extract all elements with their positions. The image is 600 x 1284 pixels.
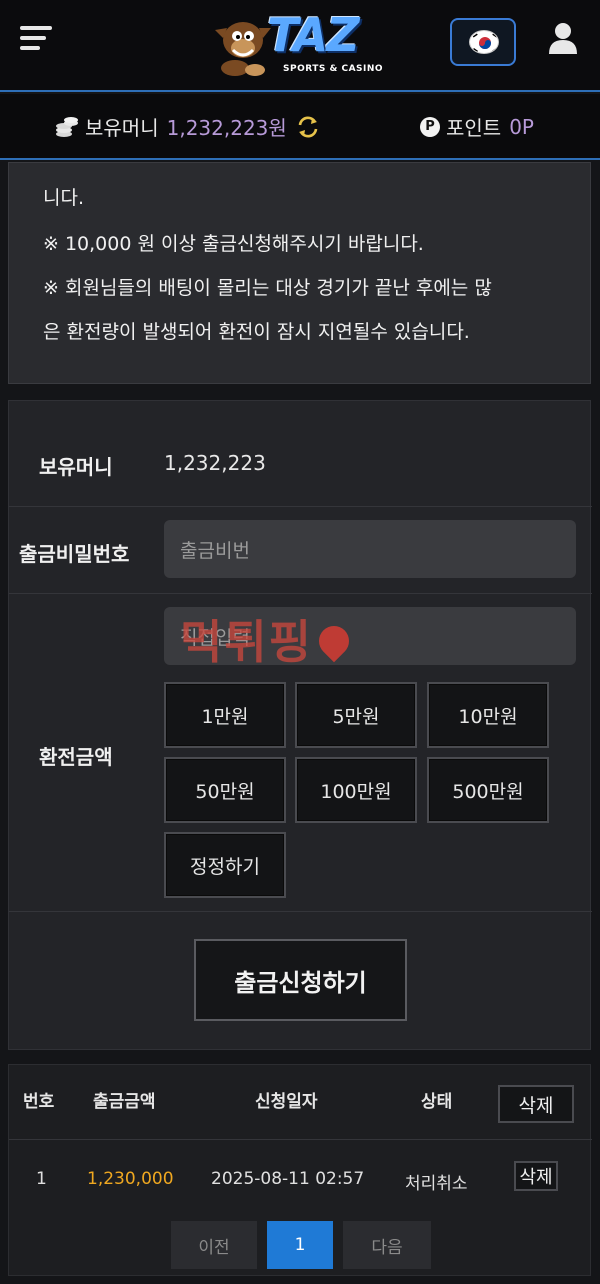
menu-icon[interactable] bbox=[20, 24, 52, 52]
balance-label: 보유머니 bbox=[39, 455, 113, 479]
refresh-icon[interactable] bbox=[295, 115, 321, 139]
watermark-text: 먹튀핑 bbox=[180, 615, 313, 669]
divider bbox=[9, 1139, 592, 1140]
language-button[interactable] bbox=[450, 18, 516, 66]
mascot-icon bbox=[215, 22, 271, 76]
top-header: TAZ SPORTS & CASINO bbox=[0, 0, 600, 92]
money-label: 보유머니 bbox=[85, 116, 159, 140]
divider bbox=[9, 506, 592, 507]
divider bbox=[9, 593, 592, 594]
divider bbox=[9, 911, 592, 912]
logo-subtitle: SPORTS & CASINO bbox=[283, 64, 384, 74]
delete-all-button[interactable]: 삭제 bbox=[498, 1085, 574, 1123]
point-icon: P bbox=[420, 116, 440, 137]
column-header-amount: 출금금액 bbox=[93, 1092, 156, 1112]
notice-line: ※ 회원님들의 배팅이 몰리는 대상 경기가 끝난 후에는 많 bbox=[43, 277, 492, 299]
logo-text: TAZ bbox=[267, 8, 360, 62]
balance-bar: 보유머니 1,232,223원 P 포인트 0P bbox=[0, 94, 600, 160]
notice-line: 은 환전량이 발생되어 환전이 잠시 지연될수 있습니다. bbox=[43, 321, 470, 343]
amount-label: 환전금액 bbox=[39, 745, 113, 769]
password-label: 출금비밀번호 bbox=[19, 542, 130, 566]
delete-row-button[interactable]: 삭제 bbox=[514, 1161, 558, 1191]
money-value: 1,232,223원 bbox=[166, 116, 287, 140]
withdraw-password-input[interactable]: 출금비번 bbox=[164, 520, 576, 578]
column-header-number: 번호 bbox=[23, 1092, 55, 1112]
page-1-button[interactable]: 1 bbox=[267, 1221, 333, 1269]
row-date: 2025-08-11 02:57 bbox=[211, 1169, 365, 1189]
amount-50k-button[interactable]: 5만원 bbox=[295, 682, 417, 748]
row-number: 1 bbox=[36, 1169, 47, 1189]
coins-icon bbox=[56, 116, 78, 137]
notice-line: 니다. bbox=[43, 187, 84, 209]
prev-page-button[interactable]: 이전 bbox=[171, 1221, 257, 1269]
amount-10k-button[interactable]: 1만원 bbox=[164, 682, 286, 748]
notice-box: 니다. ※ 10,000 원 이상 출금신청해주시기 바랍니다. ※ 회원님들의… bbox=[8, 162, 591, 384]
money-display: 보유머니 1,232,223원 bbox=[55, 112, 321, 141]
amount-100k-button[interactable]: 10만원 bbox=[427, 682, 549, 748]
balance-value: 1,232,223 bbox=[164, 451, 266, 475]
amount-5m-button[interactable]: 500만원 bbox=[427, 757, 549, 823]
column-header-date: 신청일자 bbox=[255, 1092, 318, 1112]
point-display: P 포인트 0P bbox=[420, 112, 534, 141]
notice-line: ※ 10,000 원 이상 출금신청해주시기 바랍니다. bbox=[43, 233, 424, 255]
amount-1m-button[interactable]: 100만원 bbox=[295, 757, 417, 823]
point-value: 0P bbox=[509, 114, 534, 139]
user-icon[interactable] bbox=[548, 22, 578, 54]
withdraw-history-table: 번호 출금금액 신청일자 상태 삭제 1 1,230,000 2025-08-1… bbox=[8, 1064, 592, 1276]
site-logo[interactable]: TAZ SPORTS & CASINO bbox=[205, 8, 395, 80]
withdraw-form: 보유머니 1,232,223 출금비밀번호 출금비번 직접입력 환전금액 1만원… bbox=[8, 400, 592, 1050]
row-status: 처리취소 bbox=[405, 1174, 468, 1194]
row-amount: 1,230,000 bbox=[87, 1169, 174, 1189]
amount-500k-button[interactable]: 50만원 bbox=[164, 757, 286, 823]
reset-amount-button[interactable]: 정정하기 bbox=[164, 832, 286, 898]
next-page-button[interactable]: 다음 bbox=[343, 1221, 431, 1269]
column-header-status: 상태 bbox=[421, 1092, 453, 1112]
watermark: 먹튀핑 bbox=[180, 606, 356, 672]
location-pin-icon bbox=[312, 619, 356, 663]
withdraw-submit-button[interactable]: 출금신청하기 bbox=[194, 939, 407, 1021]
korea-flag-icon bbox=[469, 30, 499, 54]
point-label: 포인트 bbox=[446, 116, 502, 140]
